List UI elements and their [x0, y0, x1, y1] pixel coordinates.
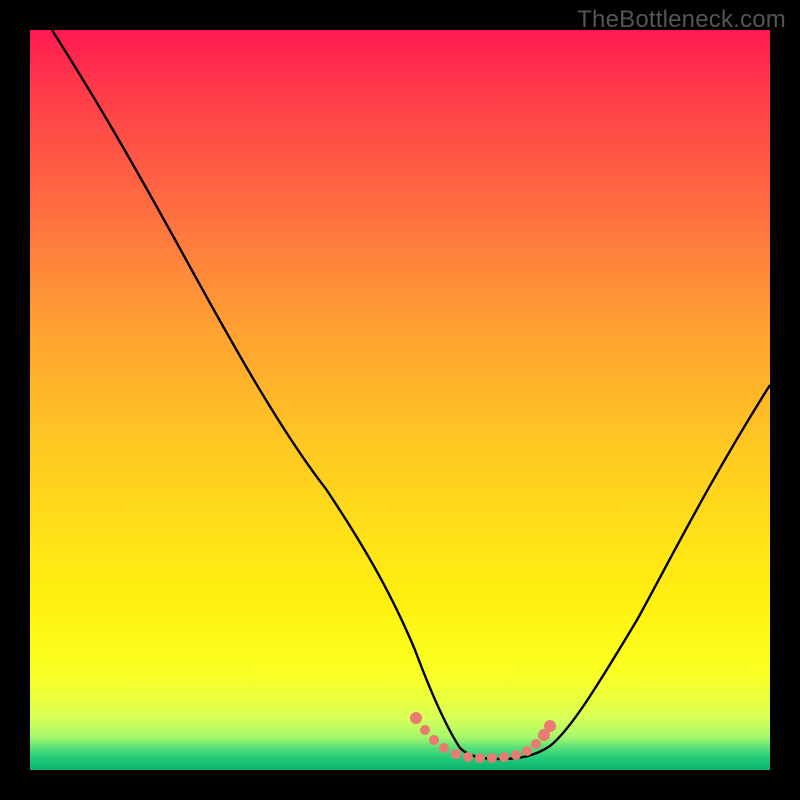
chart-plot-area [30, 30, 770, 770]
watermark-text: TheBottleneck.com [577, 6, 786, 34]
curve-highlight [410, 712, 556, 763]
curve-main [52, 30, 770, 759]
chart-frame [30, 30, 770, 770]
chart-svg [30, 30, 770, 770]
